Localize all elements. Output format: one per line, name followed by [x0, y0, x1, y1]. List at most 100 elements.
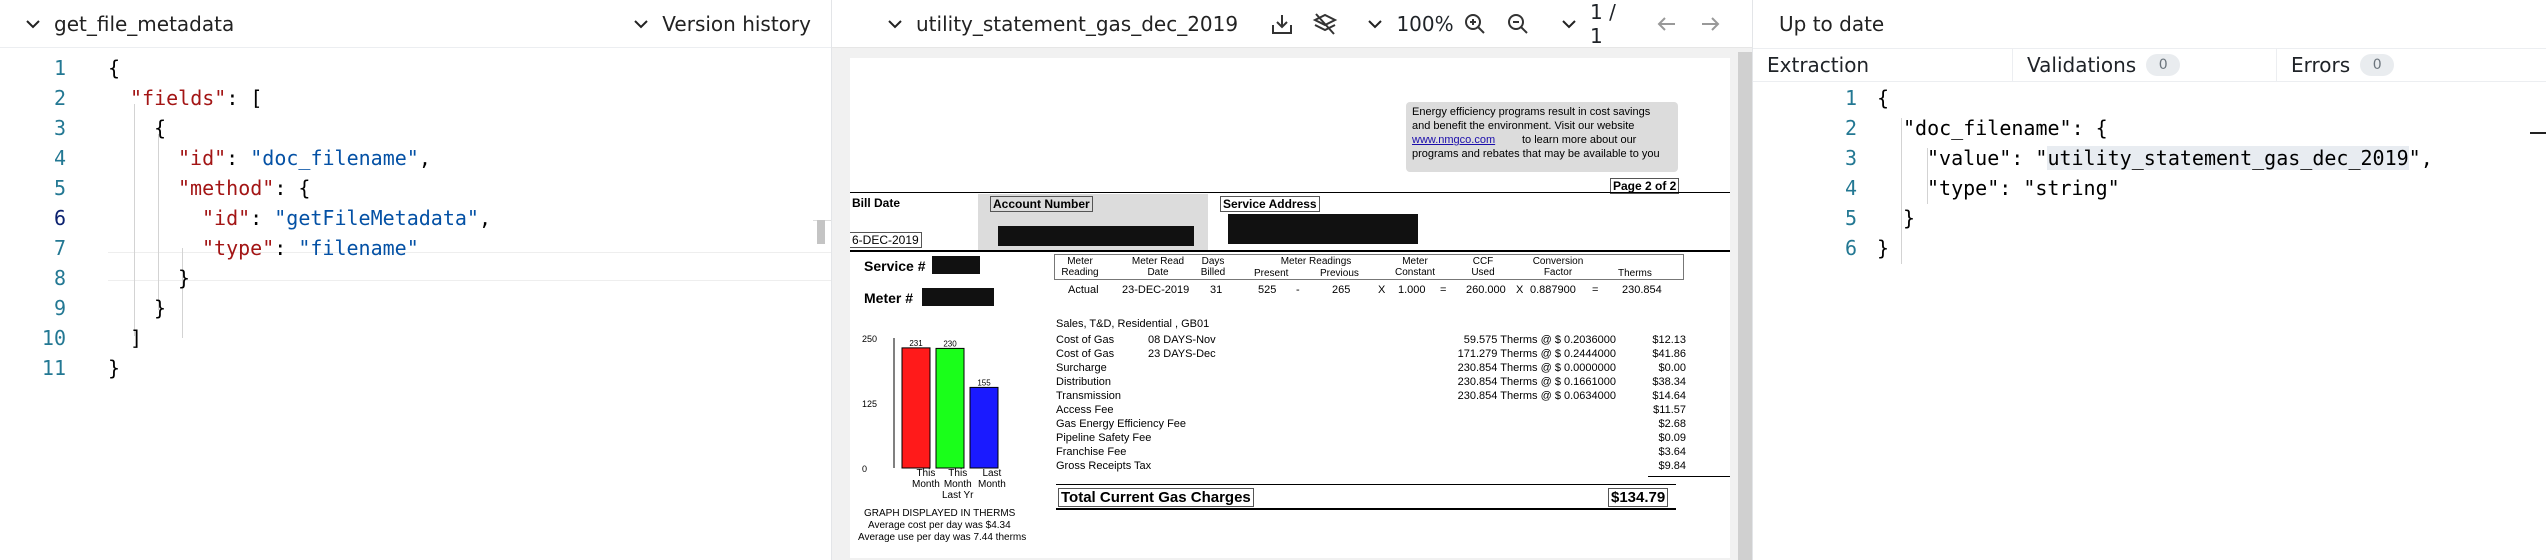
service-address-label: Service Address [1220, 196, 1320, 212]
rule [1056, 484, 1676, 485]
bill-date-value: 6-DEC-2019 [850, 232, 922, 248]
rule [1056, 508, 1676, 510]
charge-amount: $12.13 [1652, 334, 1686, 346]
meter-header-box [1054, 254, 1684, 280]
app-root: get_file_metadata Version history 1 2 3 … [0, 0, 2546, 560]
layers-hidden-icon[interactable] [1311, 9, 1338, 39]
code-line: { [154, 116, 167, 140]
code-line: "id": "doc_filename", [178, 146, 431, 170]
status-text: Up to date [1779, 12, 1885, 36]
line-number: 5 [53, 176, 66, 200]
meter-cell: = [1592, 284, 1599, 296]
meter-cell: 260.000 [1466, 284, 1506, 296]
viewer-scrollbar[interactable] [1738, 52, 1752, 560]
code-line: "method": { [178, 176, 311, 200]
charge-calc: 230.854 Therms @ $ 0.1661000 [1457, 376, 1616, 388]
chevron-down-icon[interactable] [22, 13, 44, 35]
tab-validations[interactable]: Validations 0 [2013, 48, 2277, 82]
meter-cell: Actual [1068, 284, 1099, 296]
version-history-label: Version history [662, 11, 811, 36]
code-line: "type": "string" [1927, 176, 2120, 200]
page-select[interactable]: 1 / 1 [1558, 0, 1628, 48]
code-line: "value": "utility_statement_gas_dec_2019… [1927, 146, 2433, 170]
meter-cell: 23-DEC-2019 [1122, 284, 1190, 296]
meter-cell: - [1296, 284, 1300, 296]
indent-guide [182, 248, 183, 338]
code-line: "fields": [ [130, 86, 263, 110]
meter-cell: 265 [1332, 284, 1351, 296]
chart-bar [901, 347, 931, 469]
total-amount: $134.79 [1608, 488, 1669, 507]
line-number: 5 [1844, 206, 1857, 230]
redacted-account-number [998, 226, 1194, 246]
charge-label: Pipeline Safety Fee [1056, 432, 1152, 444]
download-icon[interactable] [1268, 9, 1295, 39]
rule [1648, 476, 1730, 477]
promo-link[interactable]: www.nmgco.com [1412, 134, 1495, 146]
avg-cost: Average cost per day was $4.34 [868, 520, 1011, 531]
line-number: 8 [53, 266, 66, 290]
extracted-value-highlight: utility_statement_gas_dec_2019 [2047, 146, 2409, 170]
indent-guide [134, 104, 135, 336]
zoom-in-icon[interactable] [1462, 9, 1489, 39]
chart-value-label: 230 [943, 339, 957, 348]
charge-label: Gas Energy Efficiency Fee [1056, 418, 1187, 430]
code-line: } [108, 356, 121, 380]
tab-extraction[interactable]: Extraction [1753, 48, 2013, 82]
rule [850, 250, 1730, 252]
meter-cell: 0.887900 [1530, 284, 1576, 296]
line-number: 9 [53, 296, 66, 320]
zoom-out-icon[interactable] [1505, 9, 1532, 39]
arrow-right-icon[interactable] [1697, 9, 1724, 39]
charge-amount: $41.86 [1652, 348, 1686, 360]
line-number: 3 [1844, 146, 1857, 170]
code-editor-panel: get_file_metadata Version history 1 2 3 … [0, 0, 832, 560]
charge-amount: $3.64 [1658, 446, 1686, 458]
charge-period: 23 DAYS-Dec [1148, 348, 1216, 360]
charge-label: Access Fee [1056, 404, 1114, 416]
chevron-down-icon [630, 13, 652, 35]
meter-cell: 230.854 [1622, 284, 1662, 296]
meter-cell: = [1440, 284, 1447, 296]
code-line: { [1877, 86, 1890, 110]
tab-errors[interactable]: Errors 0 [2277, 48, 2537, 82]
chart-category-label: This Month Last Yr [942, 468, 974, 501]
chart-value-label: 155 [977, 378, 991, 387]
redacted-meter-number [922, 288, 994, 306]
zoom-select[interactable]: 100% [1364, 12, 1454, 36]
code-area[interactable]: 1 2 3 4 5 6 7 8 9 10 11 { "fields": [ { … [0, 52, 831, 560]
arrow-left-icon[interactable] [1654, 9, 1681, 39]
chevron-down-icon [1558, 13, 1580, 35]
promo-text: to learn more about our [1522, 134, 1637, 146]
chart-category-label: Last Month [978, 468, 1006, 490]
line-number: 4 [53, 146, 66, 170]
scrollbar-thumb[interactable] [817, 220, 825, 244]
redacted-service-address [1228, 214, 1418, 244]
graph-caption: GRAPH DISPLAYED IN THERMS [864, 508, 1016, 519]
charge-amount: $14.64 [1652, 390, 1686, 402]
charge-label: Surcharge [1056, 362, 1107, 374]
chart-bar [935, 347, 965, 469]
promo-text: programs and rebates that may be availab… [1412, 148, 1660, 160]
indent-guide [1901, 118, 1902, 264]
chart-bar [969, 386, 999, 469]
editor-header: get_file_metadata Version history [0, 0, 831, 48]
viewer-toolbar: utility_statement_gas_dec_2019 100% 1 / … [832, 0, 1752, 48]
section-title: Sales, T&D, Residential , GB01 [1056, 318, 1210, 330]
validations-count-badge: 0 [2146, 54, 2181, 76]
version-history-button[interactable]: Version history [630, 12, 811, 36]
errors-count-badge: 0 [2360, 54, 2395, 76]
charge-calc: 171.279 Therms @ $ 0.2444000 [1457, 348, 1616, 360]
charge-period: 08 DAYS-Nov [1148, 334, 1216, 346]
line-number: 4 [1844, 176, 1857, 200]
chevron-down-icon[interactable] [884, 13, 906, 35]
charge-label: Distribution [1056, 376, 1112, 388]
code-line: } [154, 296, 167, 320]
meter-cell: X [1378, 284, 1386, 296]
line-number: 11 [41, 356, 66, 380]
meter-cell: 31 [1210, 284, 1223, 296]
code-line: ] [130, 326, 143, 350]
total-label: Total Current Gas Charges [1058, 488, 1254, 507]
chart-y-tick-label: 250 [862, 334, 877, 344]
charge-label: Franchise Fee [1056, 446, 1127, 458]
